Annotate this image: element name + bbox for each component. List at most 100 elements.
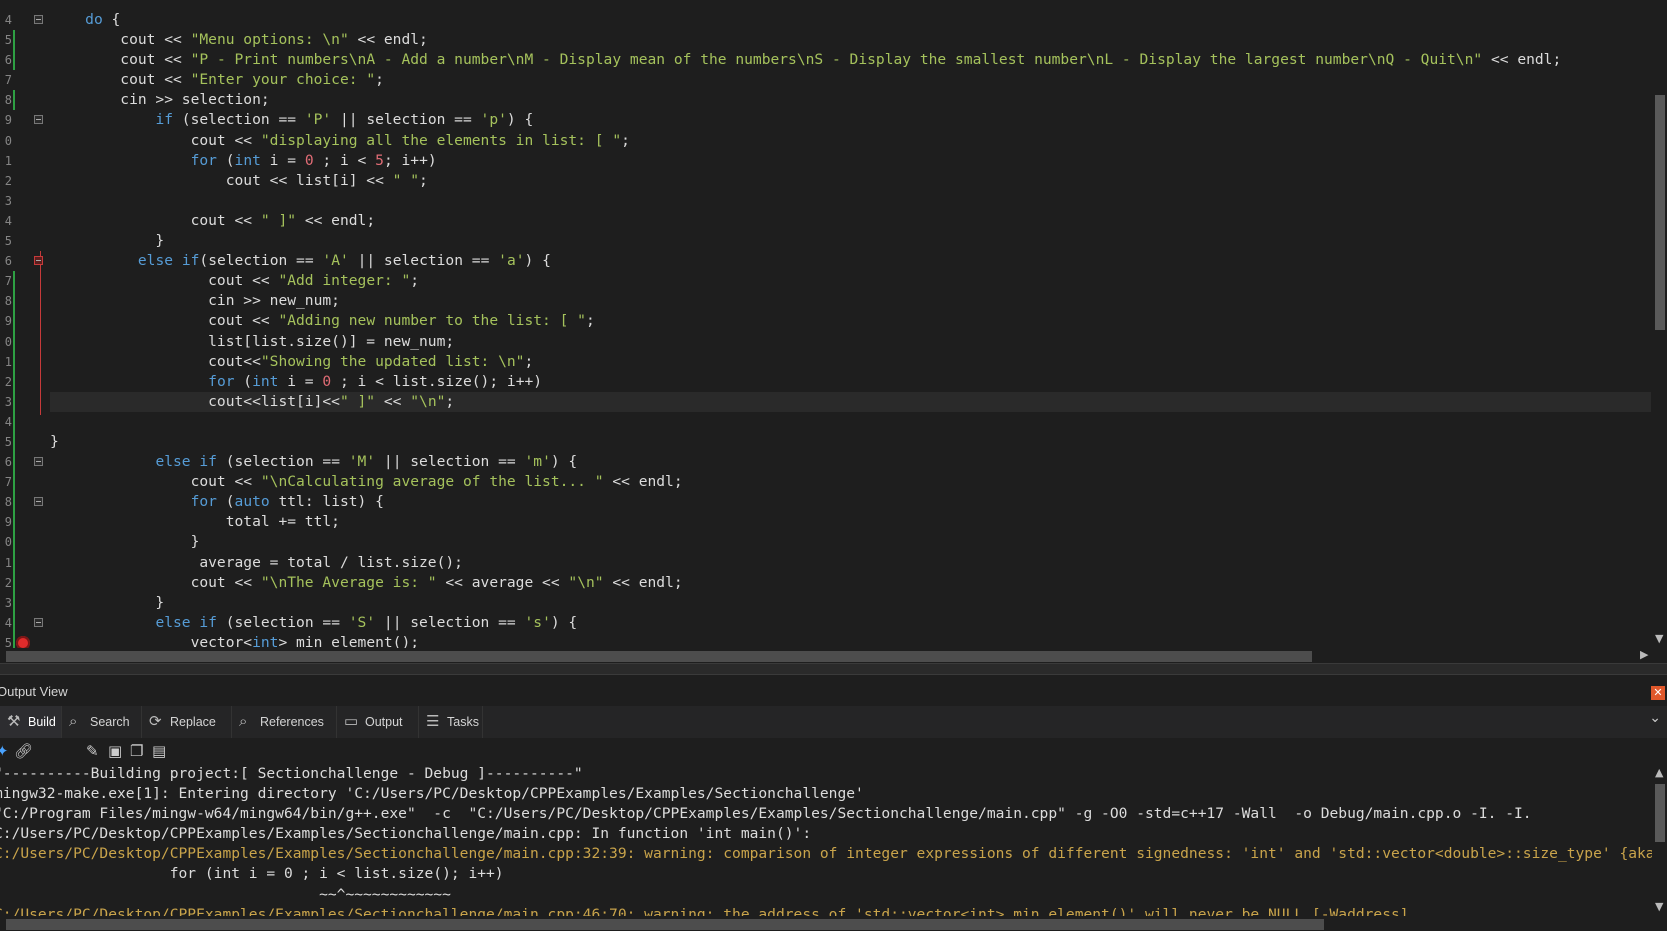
scroll-down-arrow-icon[interactable]: ▼ [1655,900,1663,913]
tab-tasks[interactable]: ☰ Tasks [419,706,483,738]
output-horizontal-scrollbar[interactable] [0,916,1667,931]
scroll-down-arrow-icon[interactable]: ▼ [1655,632,1663,645]
code-line[interactable]: 7 cout << "\nCalculating average of the … [5,472,1651,493]
code-area[interactable]: 4 do {5 cout << "Menu options: \n" << en… [5,10,1651,663]
fold-toggle-icon[interactable] [34,617,43,627]
code-line[interactable]: 1 for (int i = 0 ; i < 5; i++) [5,151,1651,171]
code-line[interactable]: 9 if (selection == 'P' || selection == '… [5,110,1651,130]
panel-splitter[interactable] [0,663,1667,675]
line-number: 4 [4,13,12,27]
code-text: cout << list[i] << " "; [50,171,428,189]
output-line[interactable]: for (int i = 0 ; i < list.size(); i++) [0,864,1652,884]
code-text: list[list.size()] = new_num; [50,332,455,350]
code-line[interactable]: 7 cout << "Enter your choice: "; [5,70,1651,90]
editor-vertical-scroll-thumb[interactable] [1655,95,1665,330]
code-line[interactable]: 1 cout<<"Showing the updated list: \n"; [5,351,1651,372]
code-token: "Showing the updated list: \n" [260,352,525,370]
line-number: 4 [4,615,12,630]
link-icon[interactable]: 🔗︎ [14,742,33,760]
code-line[interactable]: 9 cout << "Adding new number to the list… [5,311,1651,332]
code-line[interactable]: 2 cout << "\nThe Average is: " << averag… [5,572,1651,593]
close-icon[interactable]: ✕ [1651,686,1665,700]
save-icon[interactable]: ▣ [108,742,122,760]
output-vertical-scroll-thumb[interactable] [1655,784,1665,842]
code-line[interactable]: 9 total += ttl; [5,512,1651,533]
output-vertical-scrollbar[interactable]: ▲ ▼ [1652,764,1667,916]
output-line[interactable]: ~~^~~~~~~~~~~~~ [0,885,1652,905]
output-line[interactable]: C:/Users/PC/Desktop/CPPExamples/Examples… [0,824,1652,844]
change-marker [13,452,15,473]
paste-icon[interactable]: ▤ [152,742,166,760]
code-line[interactable]: 4 else if (selection == 'S' || selection… [5,612,1651,633]
scroll-right-arrow-icon[interactable]: ▶ [1640,648,1648,661]
code-text: cout << "Enter your choice: "; [50,71,384,89]
code-token: "Adding new number to the list: [ " [278,312,586,330]
editor-vertical-scrollbar[interactable]: ▼ [1652,0,1667,648]
code-line[interactable]: 0 cout << "displaying all the elements i… [5,131,1651,151]
code-line[interactable]: 6 else if(selection == 'A' || selection … [5,251,1651,271]
tab-replace[interactable]: ⟳ Replace [142,706,232,738]
code-line-current[interactable]: 3 cout<<list[i]<<" ]" << "\n"; [5,391,1651,412]
change-marker [13,552,15,573]
code-line[interactable]: 2 for (int i = 0 ; i < list.size(); i++) [5,371,1651,392]
line-number: 1 [4,555,12,570]
editor-horizontal-scrollbar[interactable]: ▶ [0,648,1667,663]
code-token: "\n" [568,573,604,591]
code-text: cin >> new_num; [50,292,340,310]
line-number: 6 [4,53,12,68]
code-line[interactable]: 0 list[list.size()] = new_num; [5,331,1651,352]
code-line[interactable]: 3 } [5,592,1651,613]
chevron-down-icon[interactable]: ⌄ [1649,710,1661,726]
code-token: else [155,613,191,631]
code-line[interactable]: 6 else if (selection == 'M' || selection… [5,452,1651,473]
code-line[interactable]: 0 } [5,532,1651,553]
code-line[interactable]: 4 cout << " ]" << endl; [5,211,1651,231]
output-line[interactable]: mingw32-make.exe[1]: Entering directory … [0,784,1652,804]
output-warning-line[interactable]: C:/Users/PC/Desktop/CPPExamples/Examples… [0,844,1652,864]
code-token: "\n" [410,392,446,410]
line-number: 0 [4,535,12,550]
code-text: cout << "\nThe Average is: " << average … [50,573,683,591]
tab-build[interactable]: ⚒ Build [0,706,62,738]
tab-search[interactable]: ⌕ Search [62,706,142,738]
tab-output[interactable]: ▭ Output [337,706,419,738]
code-token: else [137,252,174,270]
code-line[interactable]: 4 do { [5,10,1651,30]
code-line[interactable]: 6 cout << "P - Print numbers\nA - Add a … [5,50,1651,71]
code-line[interactable]: 1 average = total / list.size(); [5,552,1651,573]
code-line[interactable]: 7 cout << "Add integer: "; [5,271,1651,292]
code-token: "Add integer: " [278,272,411,290]
line-number: 8 [4,93,12,108]
output-line[interactable]: "----------Building project:[ Sectioncha… [0,764,1652,784]
code-line[interactable]: 8 cin >> new_num; [5,291,1651,312]
fold-toggle-icon[interactable] [34,457,43,467]
fold-toggle-icon[interactable] [34,256,43,266]
code-text: cout << " ]" << endl; [50,211,376,229]
editor-horizontal-scroll-thumb[interactable] [6,651,1312,662]
line-number: 5 [4,234,12,249]
code-line[interactable]: 3 [5,191,1651,211]
line-number: 1 [4,354,12,369]
code-line[interactable]: 8 for (auto ttl: list) { [5,492,1651,513]
code-line[interactable]: 4 [5,411,1651,432]
change-marker [13,90,15,111]
code-token: 'p' [480,111,507,129]
output-horizontal-scroll-thumb[interactable] [6,919,1324,930]
fold-toggle-icon[interactable] [34,497,43,507]
code-line[interactable]: 8 cin >> selection; [5,90,1651,111]
code-line[interactable]: 5} [5,431,1651,453]
output-line[interactable]: "C:/Program Files/mingw-w64/mingw64/bin/… [0,804,1652,824]
scroll-up-arrow-icon[interactable]: ▲ [1655,766,1663,779]
fold-toggle-icon[interactable] [34,15,43,24]
pin-icon[interactable]: ✦ [0,742,9,760]
tab-references[interactable]: ⌕ References [232,706,337,738]
code-line[interactable]: 5 cout << "Menu options: \n" << endl; [5,30,1651,51]
code-editor[interactable]: 4 do {5 cout << "Menu options: \n" << en… [0,0,1667,663]
copy-icon[interactable]: ❐ [130,742,143,760]
clear-icon[interactable]: ✎ [86,742,99,760]
code-text: for (auto ttl: list) { [190,493,384,511]
code-line[interactable]: 2 cout << list[i] << " "; [5,171,1651,191]
fold-toggle-icon[interactable] [34,115,43,125]
code-line[interactable]: 5 } [5,231,1651,251]
build-output[interactable]: "----------Building project:[ Sectioncha… [0,764,1652,931]
